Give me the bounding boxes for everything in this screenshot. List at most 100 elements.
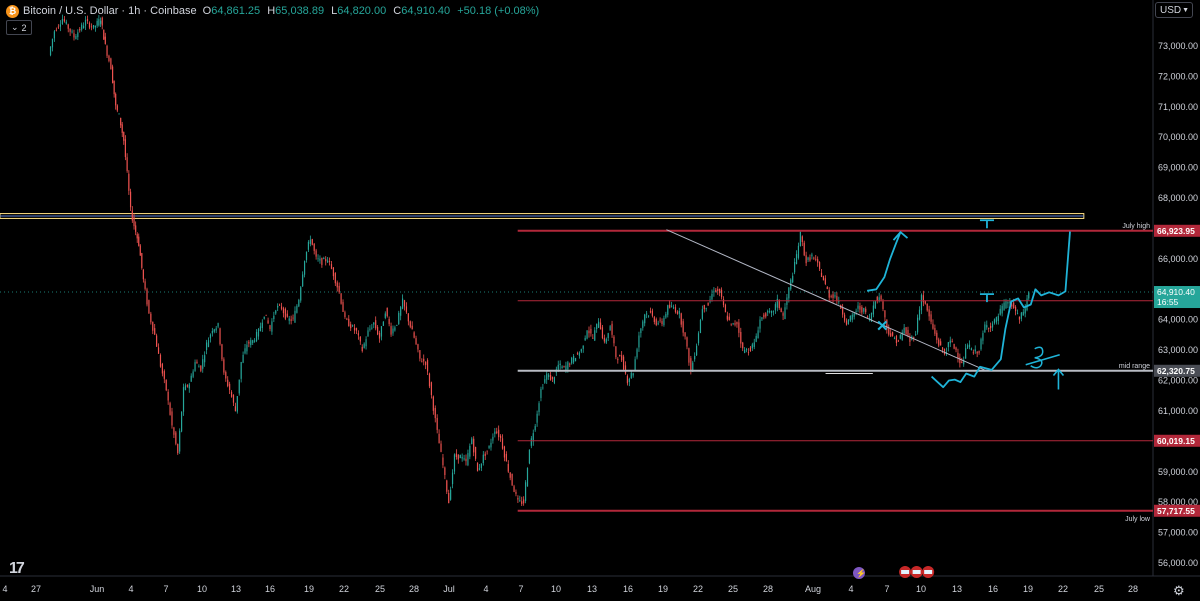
chart-canvas[interactable]: 73,000.00 72,000.00 71,000.00 70,000.00 69,0… bbox=[0, 0, 1200, 601]
candle-body bbox=[81, 24, 83, 30]
candle-body bbox=[707, 302, 709, 306]
ohlc-low-value: 64,820.00 bbox=[337, 5, 387, 17]
candle-body bbox=[436, 417, 438, 430]
symbol-title[interactable]: Bitcoin / U.S. Dollar · 1h · Coinbase bbox=[23, 5, 197, 17]
candle-body bbox=[536, 413, 538, 423]
candle-body bbox=[75, 36, 77, 40]
gear-icon[interactable]: ⚙ bbox=[1173, 583, 1185, 599]
candle-body bbox=[949, 340, 951, 344]
candle-body bbox=[815, 258, 817, 260]
time-tick-label: 4 bbox=[848, 584, 853, 594]
us-flag-icon bbox=[912, 570, 921, 574]
candle-body bbox=[976, 351, 978, 354]
candle-body bbox=[732, 323, 734, 324]
candle-body bbox=[980, 339, 982, 350]
candle-body bbox=[215, 328, 217, 331]
time-tick-label: 13 bbox=[231, 584, 241, 594]
candle-body bbox=[734, 323, 736, 325]
price-level-text: mid range bbox=[1119, 363, 1150, 370]
candle-body bbox=[400, 307, 402, 316]
time-tick-label: 16 bbox=[623, 584, 633, 594]
candle-body bbox=[686, 337, 688, 347]
candle-body bbox=[490, 442, 492, 448]
candle-body bbox=[597, 321, 600, 328]
candle-body bbox=[649, 311, 652, 313]
currency-button[interactable]: USD ▼ bbox=[1155, 2, 1193, 18]
candle-body bbox=[363, 343, 365, 348]
price-tick-label: 64,000.00 bbox=[1158, 315, 1198, 325]
candle-body bbox=[244, 348, 246, 354]
candle-body bbox=[471, 438, 473, 445]
candle-body bbox=[667, 305, 669, 315]
projection-path-breakout[interactable] bbox=[866, 231, 902, 292]
candle-body bbox=[553, 377, 556, 383]
candle-body bbox=[496, 431, 498, 433]
candle-body bbox=[818, 262, 821, 269]
candle-body bbox=[73, 33, 75, 38]
candle-body bbox=[548, 374, 550, 377]
candle-body bbox=[594, 330, 596, 341]
price-tick-label: 62,000.00 bbox=[1158, 376, 1198, 386]
candle-body bbox=[265, 314, 267, 316]
candle-body bbox=[457, 454, 459, 460]
time-tick-label: 7 bbox=[518, 584, 523, 594]
time-tick-label: Aug bbox=[805, 584, 821, 594]
candle-body bbox=[694, 356, 696, 360]
time-tick-label: 28 bbox=[409, 584, 419, 594]
candle-body bbox=[997, 316, 999, 321]
candle-body bbox=[728, 316, 730, 320]
candle-body bbox=[934, 328, 936, 334]
candle-body bbox=[559, 363, 561, 365]
candle-body bbox=[129, 191, 132, 208]
tradingview-logo-icon[interactable]: 17 bbox=[9, 560, 25, 578]
candle-body bbox=[184, 385, 187, 390]
candle-body bbox=[863, 308, 865, 312]
ohlc-readout: O64,861.25 H65,038.89 L64,820.00 C64,910… bbox=[203, 5, 540, 17]
candle-body bbox=[139, 245, 141, 256]
candle-body bbox=[392, 328, 394, 334]
candle-body bbox=[315, 250, 317, 257]
candle-body bbox=[653, 317, 655, 322]
candle-body bbox=[182, 387, 185, 412]
candle-body bbox=[1007, 302, 1009, 304]
candle-body bbox=[603, 337, 605, 342]
candle-body bbox=[607, 333, 609, 339]
candle-body bbox=[110, 58, 112, 70]
candle-body bbox=[905, 327, 907, 335]
candle-body bbox=[851, 314, 853, 320]
candle-body bbox=[578, 352, 580, 356]
candle-body bbox=[720, 289, 723, 298]
candle-body bbox=[167, 391, 169, 401]
candle-body bbox=[1015, 306, 1017, 312]
candle-body bbox=[780, 308, 782, 312]
candle-body bbox=[382, 321, 384, 326]
candle-body bbox=[523, 499, 525, 504]
candle-body bbox=[103, 29, 105, 40]
candle-body bbox=[255, 332, 258, 341]
candle-body bbox=[688, 348, 690, 363]
candle-body bbox=[965, 348, 967, 359]
price-tick-label: 56,000.00 bbox=[1158, 558, 1198, 568]
candle-body bbox=[227, 379, 229, 387]
currency-label: USD bbox=[1160, 4, 1182, 16]
candle-body bbox=[494, 431, 496, 434]
indicators-toggle-button[interactable]: ⌄ 2 bbox=[6, 20, 32, 35]
candle-body bbox=[348, 318, 350, 327]
candle-body bbox=[498, 429, 500, 438]
candle-body bbox=[713, 291, 715, 293]
target-t-marker bbox=[979, 219, 994, 229]
candle-body bbox=[820, 272, 823, 277]
candle-body bbox=[674, 307, 677, 313]
arrow-up-icon bbox=[1052, 368, 1065, 390]
candle-body bbox=[159, 354, 162, 367]
candle-body bbox=[738, 322, 740, 333]
candle-body bbox=[986, 325, 988, 328]
candle-body bbox=[592, 337, 594, 339]
candle-body bbox=[65, 21, 67, 24]
candle-body bbox=[79, 29, 81, 31]
candle-body bbox=[476, 462, 479, 472]
candle-body bbox=[438, 433, 440, 444]
us-flag-icon bbox=[924, 570, 933, 574]
candle-body bbox=[799, 231, 801, 247]
candle-body bbox=[115, 93, 117, 106]
